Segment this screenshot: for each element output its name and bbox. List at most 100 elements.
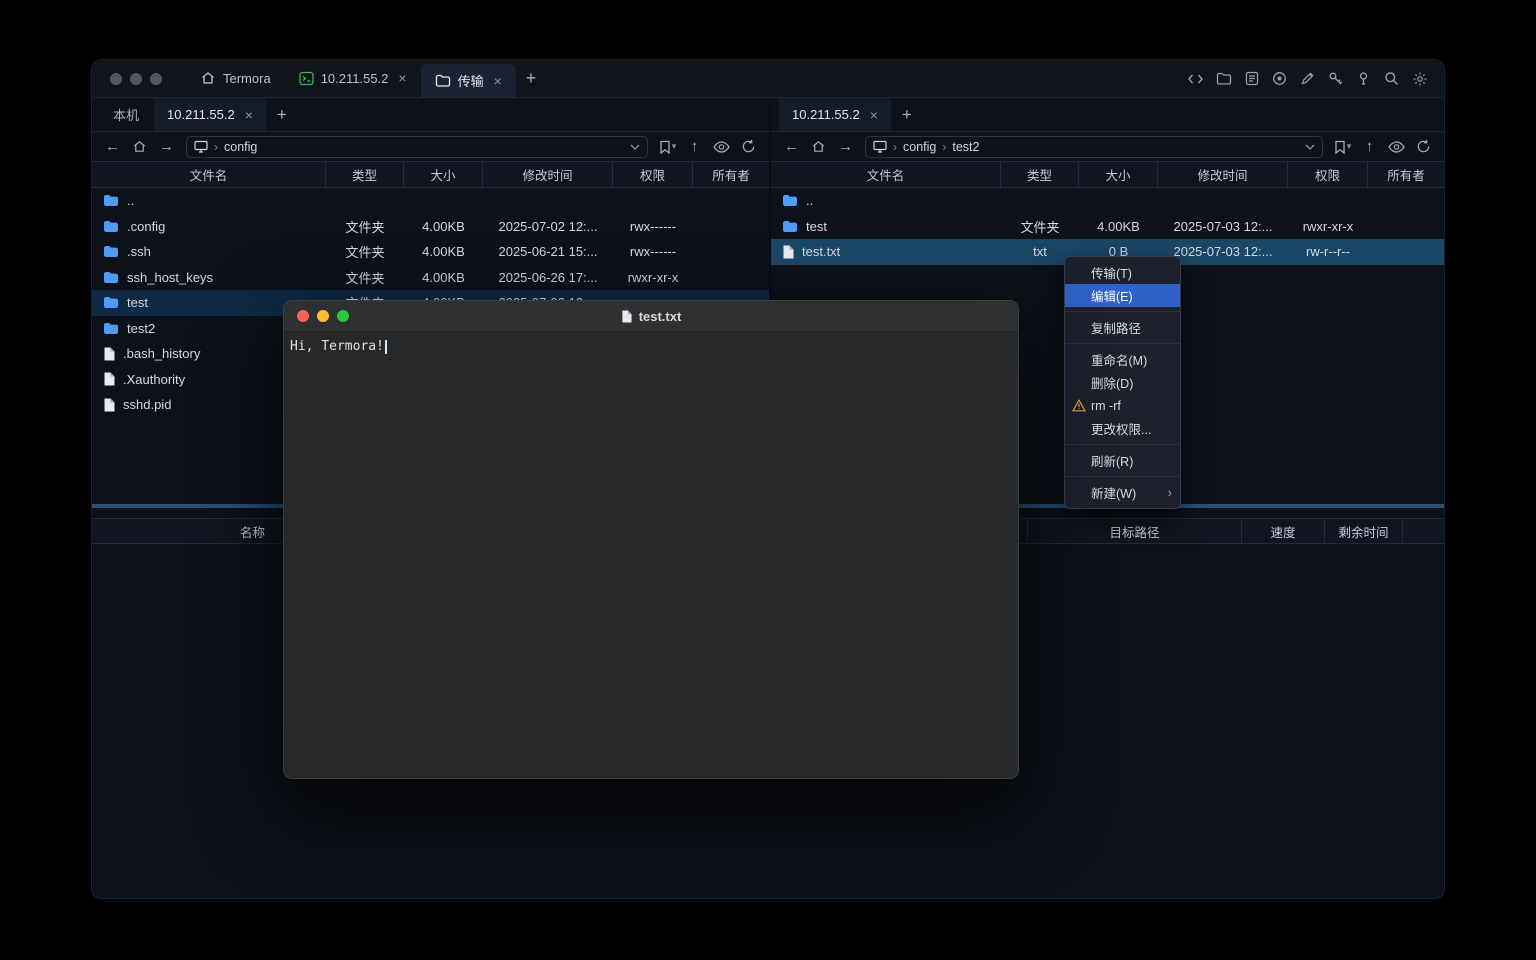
folder-icon[interactable] xyxy=(1215,70,1232,87)
path-bar[interactable]: › config xyxy=(186,136,648,158)
new-tab-button[interactable]: + xyxy=(268,105,296,125)
refresh-button[interactable] xyxy=(736,135,761,159)
computer-icon xyxy=(873,140,887,153)
app-toolbar xyxy=(1187,70,1444,87)
tab-ssh-host[interactable]: 10.211.55.2 × xyxy=(285,59,421,97)
folder-icon xyxy=(103,322,119,335)
settings-icon[interactable] xyxy=(1411,70,1428,87)
file-row[interactable]: .. xyxy=(771,188,1444,214)
chevron-down-icon[interactable] xyxy=(630,144,640,150)
caret-down-icon: ▾ xyxy=(1347,141,1352,152)
menu-item-edit[interactable]: 编辑(E) xyxy=(1065,284,1180,307)
column-target-path[interactable]: 目标路径 xyxy=(1028,519,1242,543)
bookmark-button[interactable]: ▾ xyxy=(655,135,680,159)
path-segment[interactable]: config xyxy=(224,140,257,154)
chevron-down-icon[interactable] xyxy=(1305,144,1315,150)
tab-label: 传输 xyxy=(458,71,484,90)
column-permissions[interactable]: 权限 xyxy=(613,162,693,187)
edit-icon[interactable] xyxy=(1299,70,1316,87)
menu-separator xyxy=(1065,444,1180,445)
menu-item-copy-path[interactable]: 复制路径 xyxy=(1065,316,1180,339)
menu-item-new[interactable]: 新建(W) › xyxy=(1065,481,1180,504)
left-panel-toolbar: ← → › config ▾ ↑ xyxy=(92,132,769,161)
keychain-icon[interactable] xyxy=(1355,70,1372,87)
file-row[interactable]: .config 文件夹 4.00KB 2025-07-02 12:... rwx… xyxy=(92,214,769,240)
file-icon xyxy=(103,398,115,412)
bookmark-button[interactable]: ▾ xyxy=(1330,135,1355,159)
forward-button[interactable]: → xyxy=(833,135,858,159)
tab-remote-host[interactable]: 10.211.55.2 × xyxy=(779,98,891,131)
column-owner[interactable]: 所有者 xyxy=(693,162,769,187)
file-row[interactable]: .. xyxy=(92,188,769,214)
up-button[interactable]: ↑ xyxy=(682,135,707,159)
column-type[interactable]: 类型 xyxy=(1001,162,1079,187)
column-speed[interactable]: 速度 xyxy=(1242,519,1325,543)
home-button[interactable] xyxy=(806,135,831,159)
menu-item-rm-rf[interactable]: rm -rf xyxy=(1065,394,1180,417)
column-size[interactable]: 大小 xyxy=(1079,162,1158,187)
tab-termora[interactable]: Termora xyxy=(186,59,285,97)
home-button[interactable] xyxy=(127,135,152,159)
menu-item-rename[interactable]: 重命名(M) xyxy=(1065,348,1180,371)
close-window-button[interactable] xyxy=(110,73,122,85)
minimize-window-button[interactable] xyxy=(130,73,142,85)
back-button[interactable]: ← xyxy=(100,135,125,159)
file-row[interactable]: .ssh 文件夹 4.00KB 2025-06-21 15:... rwx---… xyxy=(92,239,769,265)
show-hidden-button[interactable] xyxy=(1384,135,1409,159)
record-icon[interactable] xyxy=(1271,70,1288,87)
breadcrumb-separator: › xyxy=(893,140,897,154)
column-remaining-time[interactable]: 剩余时间 xyxy=(1325,519,1403,543)
file-modified: 2025-07-02 12:... xyxy=(483,219,613,234)
close-icon[interactable]: × xyxy=(494,74,502,88)
close-window-button[interactable] xyxy=(297,310,309,322)
new-tab-button[interactable]: + xyxy=(893,105,921,125)
column-owner[interactable]: 所有者 xyxy=(1368,162,1444,187)
file-type: 文件夹 xyxy=(326,217,404,236)
column-modified[interactable]: 修改时间 xyxy=(1158,162,1288,187)
file-row[interactable]: ssh_host_keys 文件夹 4.00KB 2025-06-26 17:.… xyxy=(92,265,769,291)
code-icon[interactable] xyxy=(1187,70,1204,87)
forward-button[interactable]: → xyxy=(154,135,179,159)
file-permissions: rwxr-xr-x xyxy=(613,270,693,285)
zoom-window-button[interactable] xyxy=(337,310,349,322)
editor-content[interactable]: Hi, Termora! xyxy=(284,332,1018,778)
new-tab-button[interactable]: + xyxy=(516,59,547,97)
key-icon[interactable] xyxy=(1327,70,1344,87)
column-permissions[interactable]: 权限 xyxy=(1288,162,1368,187)
close-icon[interactable]: × xyxy=(245,108,253,122)
minimize-window-button[interactable] xyxy=(317,310,329,322)
menu-item-delete[interactable]: 删除(D) xyxy=(1065,371,1180,394)
path-segment[interactable]: test2 xyxy=(952,140,979,154)
log-icon[interactable] xyxy=(1243,70,1260,87)
menu-item-change-permissions[interactable]: 更改权限... xyxy=(1065,417,1180,440)
editor-title-bar: test.txt xyxy=(284,301,1018,332)
path-segment[interactable]: config xyxy=(903,140,936,154)
column-filename[interactable]: 文件名 xyxy=(771,162,1001,187)
refresh-button[interactable] xyxy=(1411,135,1436,159)
column-size[interactable]: 大小 xyxy=(404,162,483,187)
right-panel-tabs: 10.211.55.2 × + xyxy=(771,98,1444,132)
column-filename[interactable]: 文件名 xyxy=(92,162,326,187)
file-size: 4.00KB xyxy=(404,270,483,285)
close-icon[interactable]: × xyxy=(398,71,406,85)
back-button[interactable]: ← xyxy=(779,135,804,159)
menu-item-transfer[interactable]: 传输(T) xyxy=(1065,261,1180,284)
close-icon[interactable]: × xyxy=(870,108,878,122)
editor-window: test.txt Hi, Termora! xyxy=(283,300,1019,779)
tab-transfer[interactable]: 传输 × xyxy=(421,64,516,97)
column-modified[interactable]: 修改时间 xyxy=(483,162,613,187)
menu-item-refresh[interactable]: 刷新(R) xyxy=(1065,449,1180,472)
menu-separator xyxy=(1065,476,1180,477)
search-icon[interactable] xyxy=(1383,70,1400,87)
up-button[interactable]: ↑ xyxy=(1357,135,1382,159)
zoom-window-button[interactable] xyxy=(150,73,162,85)
tab-local[interactable]: 本机 xyxy=(100,98,152,131)
show-hidden-button[interactable] xyxy=(709,135,734,159)
file-modified: 2025-06-26 17:... xyxy=(483,270,613,285)
column-type[interactable]: 类型 xyxy=(326,162,404,187)
path-bar[interactable]: › config › test2 xyxy=(865,136,1323,158)
file-icon xyxy=(103,347,115,361)
file-row[interactable]: test 文件夹 4.00KB 2025-07-03 12:... rwxr-x… xyxy=(771,214,1444,240)
file-permissions: rwx------ xyxy=(613,244,693,259)
tab-remote-host[interactable]: 10.211.55.2 × xyxy=(154,98,266,131)
